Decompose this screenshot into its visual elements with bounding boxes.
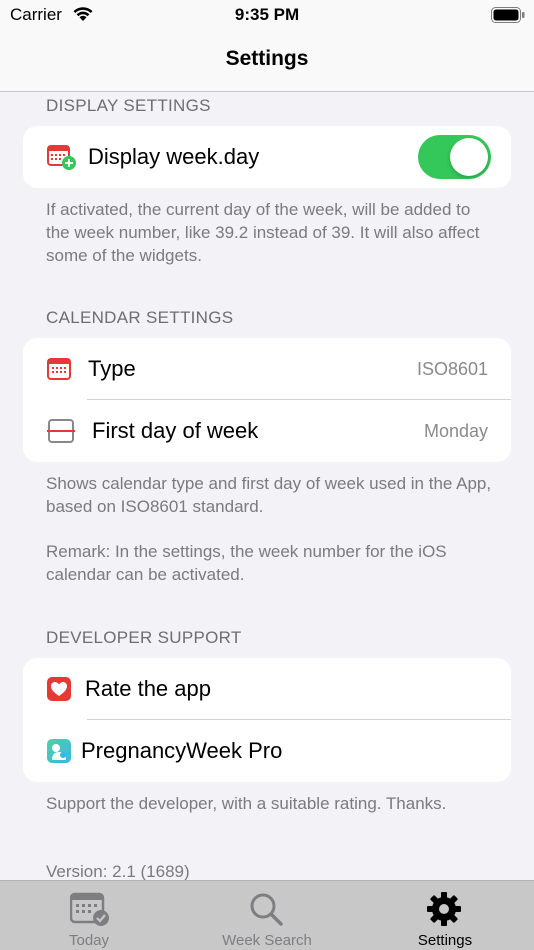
settings-list[interactable]: DISPLAY SETTINGS Display week.day If act…	[0, 92, 534, 880]
calendar-type-label: Type	[88, 356, 136, 381]
navigation-bar: Settings	[0, 30, 534, 92]
section-header-display: DISPLAY SETTINGS	[46, 96, 211, 115]
display-settings-card: Display week.day	[23, 126, 511, 188]
page-title: Settings	[225, 47, 309, 70]
calendar-icon	[47, 358, 71, 380]
pregnancyweek-app-icon	[47, 739, 71, 763]
rate-app-label: Rate the app	[85, 676, 211, 701]
tab-week-search-label: Week Search	[222, 932, 312, 949]
calendar-settings-card: Type ISO8601 First day of week Monday	[23, 338, 511, 462]
tab-bar: Today Week Search Settings	[0, 880, 534, 950]
developer-support-footer: Support the developer, with a suitable r…	[46, 794, 447, 813]
calendar-add-icon	[47, 145, 76, 170]
tab-today[interactable]: Today	[0, 881, 178, 950]
display-weekday-toggle[interactable]	[418, 135, 491, 179]
heart-icon	[47, 677, 71, 701]
calendar-type-value: ISO8601	[416, 359, 488, 379]
pregnancyweek-pro-row[interactable]: PregnancyWeek Pro	[23, 720, 511, 782]
first-day-value: Monday	[423, 421, 488, 441]
rate-app-row[interactable]: Rate the app	[23, 658, 511, 720]
first-day-row[interactable]: First day of week Monday	[23, 400, 511, 462]
magnifier-icon	[250, 893, 283, 926]
display-weekday-row[interactable]: Display week.day	[23, 126, 511, 188]
status-time: 9:35 PM	[234, 5, 300, 24]
calendar-type-row[interactable]: Type ISO8601	[23, 338, 511, 400]
toggle-knob	[450, 138, 488, 176]
first-day-label: First day of week	[92, 418, 259, 443]
calendar-remark: Remark: In the settings, the week number…	[46, 542, 447, 584]
calendar-week-icon	[47, 419, 75, 443]
calendar-settings-footer: Shows calendar type and first day of wee…	[46, 474, 492, 516]
display-weekday-label: Display week.day	[88, 144, 260, 169]
version-label: Version: 2.1 (1689)	[46, 862, 190, 880]
tab-settings[interactable]: Settings	[356, 881, 534, 950]
display-settings-footer: If activated, the current day of the wee…	[46, 200, 480, 265]
status-bar: Carrier 9:35 PM	[0, 0, 534, 30]
battery-icon	[491, 7, 525, 23]
tab-settings-label: Settings	[417, 932, 473, 949]
tab-week-search[interactable]: Week Search	[178, 881, 356, 950]
section-header-developer: DEVELOPER SUPPORT	[46, 628, 242, 647]
calendar-check-icon	[70, 892, 109, 926]
pregnancyweek-pro-label: PregnancyWeek Pro	[81, 738, 283, 763]
developer-support-card: Rate the app PregnancyWeek Pro	[23, 658, 511, 782]
tab-today-label: Today	[68, 932, 110, 949]
section-header-calendar: CALENDAR SETTINGS	[46, 308, 234, 327]
gear-icon	[427, 892, 461, 926]
